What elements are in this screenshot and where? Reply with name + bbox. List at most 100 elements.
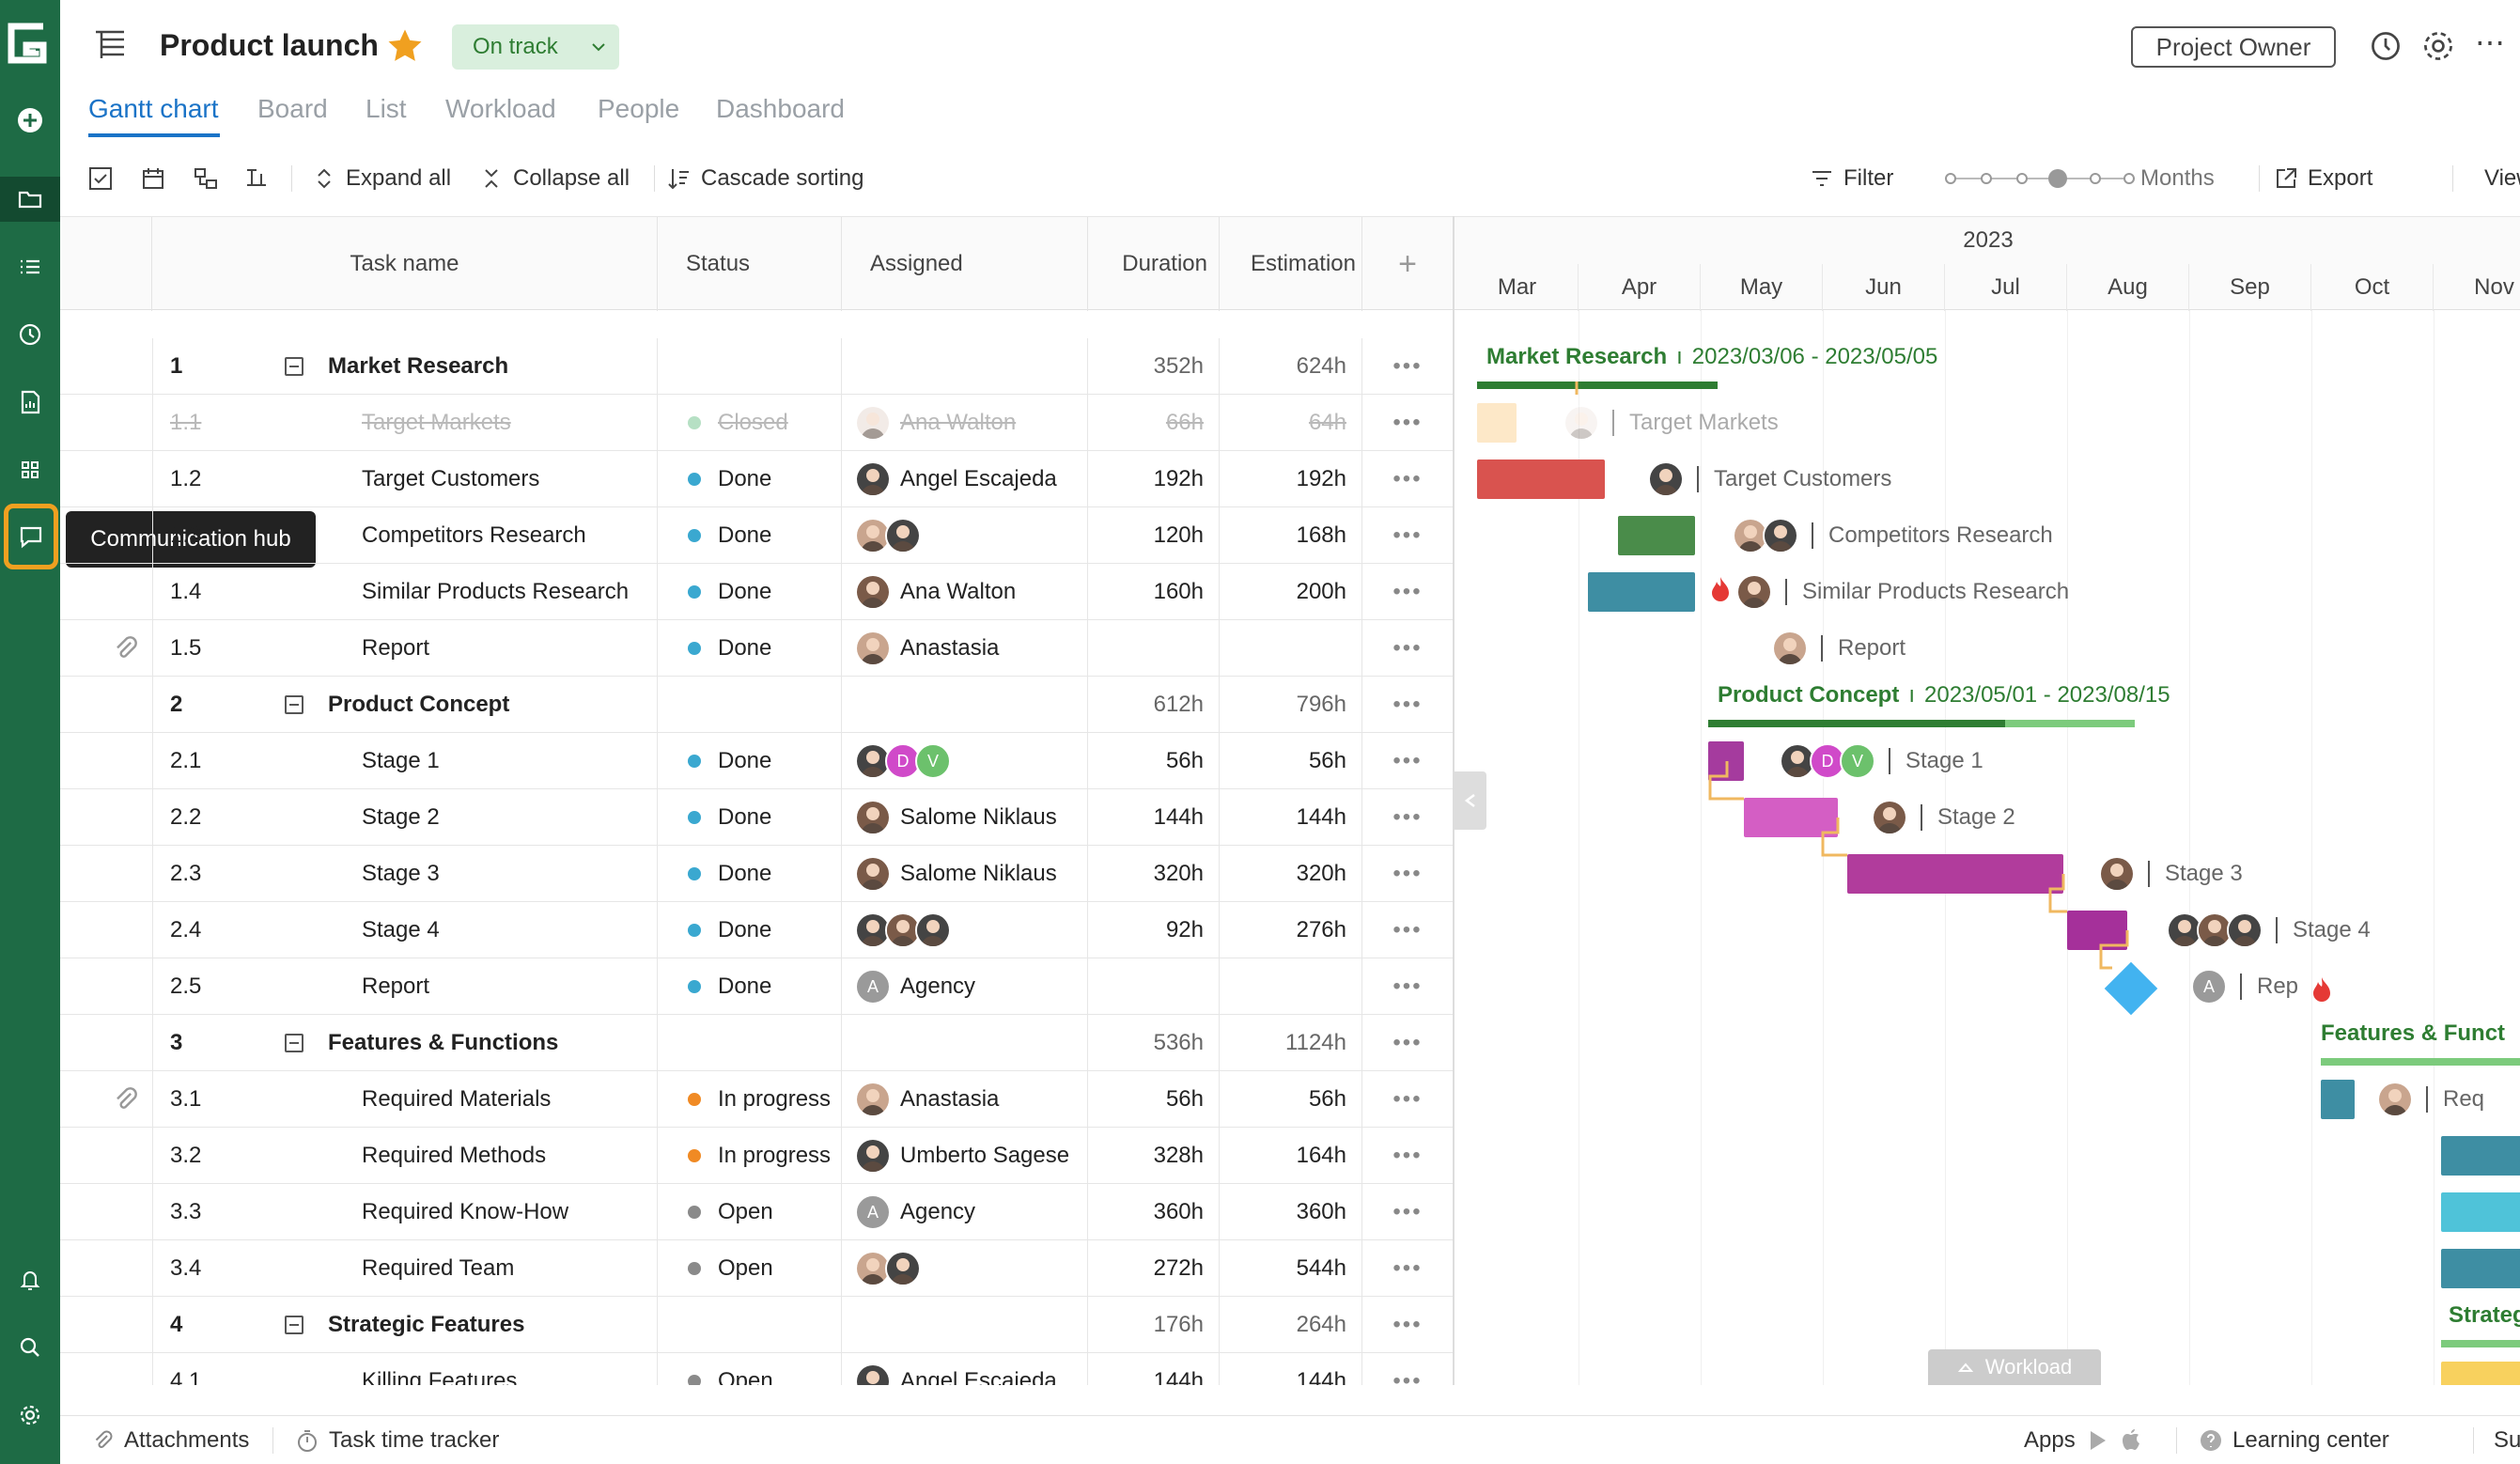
estimation-cell[interactable]: 264h bbox=[1220, 1297, 1362, 1353]
assigned-cell[interactable]: DV bbox=[842, 733, 1088, 789]
duration-cell[interactable]: 56h bbox=[1088, 733, 1220, 789]
history-icon[interactable] bbox=[2368, 28, 2403, 64]
add-icon[interactable] bbox=[8, 98, 53, 143]
duration-cell[interactable]: 192h bbox=[1088, 451, 1220, 507]
status-cell[interactable]: In progress bbox=[658, 1071, 842, 1128]
table-row[interactable]: 3.1 Required Materials In progress Anastasi… bbox=[60, 1071, 1453, 1128]
row-menu-icon[interactable]: ••• bbox=[1362, 1071, 1453, 1128]
calendar-icon[interactable] bbox=[141, 160, 165, 197]
dependencies-icon[interactable] bbox=[194, 160, 218, 197]
row-menu-icon[interactable]: ••• bbox=[1362, 733, 1453, 789]
status-cell[interactable]: Open bbox=[658, 1184, 842, 1240]
duration-cell[interactable] bbox=[1088, 620, 1220, 677]
estimation-cell[interactable] bbox=[1220, 620, 1362, 677]
row-menu-icon[interactable]: ••• bbox=[1362, 620, 1453, 677]
task-name-cell[interactable]: 1.1 Target Markets bbox=[152, 395, 658, 451]
estimation-cell[interactable]: 276h bbox=[1220, 902, 1362, 958]
column-estimation[interactable]: Estimation bbox=[1220, 217, 1362, 311]
task-name-cell[interactable]: 4.1 Killing Features bbox=[152, 1353, 658, 1385]
assigned-cell[interactable]: A Agency bbox=[842, 958, 1088, 1015]
row-menu-icon[interactable]: ••• bbox=[1362, 1128, 1453, 1184]
table-row[interactable]: 3.2 Required Methods In progress Umberto Sa… bbox=[60, 1128, 1453, 1184]
row-menu-icon[interactable]: ••• bbox=[1362, 789, 1453, 846]
estimation-cell[interactable]: 1124h bbox=[1220, 1015, 1362, 1071]
assigned-cell[interactable]: Angel Escajeda bbox=[842, 451, 1088, 507]
estimation-cell[interactable]: 544h bbox=[1220, 1240, 1362, 1297]
target-customers-bar[interactable] bbox=[1477, 459, 1605, 499]
assigned-cell[interactable]: Ana Walton bbox=[842, 395, 1088, 451]
assigned-cell[interactable] bbox=[842, 902, 1088, 958]
duration-cell[interactable]: 328h bbox=[1088, 1128, 1220, 1184]
table-row[interactable]: 2.1 Stage 1 Done D V 56h 56h ••• bbox=[60, 733, 1453, 789]
row-menu-icon[interactable]: ••• bbox=[1362, 451, 1453, 507]
table-row[interactable]: 1.1 Target Markets Closed Ana Walton 66h 64h •… bbox=[60, 395, 1453, 451]
add-column-icon[interactable]: + bbox=[1362, 217, 1453, 311]
table-row[interactable]: 1.5 Report Done Anastasia ••• bbox=[60, 620, 1453, 677]
stage-4-bar[interactable] bbox=[2067, 911, 2127, 950]
status-cell[interactable]: Done bbox=[658, 958, 842, 1015]
assigned-cell[interactable]: Angel Escajeda bbox=[842, 1353, 1088, 1385]
status-cell[interactable]: In progress bbox=[658, 1128, 842, 1184]
attachments-button[interactable]: Attachments bbox=[90, 1416, 249, 1464]
settings-icon[interactable] bbox=[2420, 28, 2456, 64]
list-icon[interactable] bbox=[8, 244, 53, 289]
table-row[interactable]: 2.5 Report Done A Agency ••• bbox=[60, 958, 1453, 1015]
duration-cell[interactable]: 144h bbox=[1088, 789, 1220, 846]
status-cell[interactable]: Done bbox=[658, 564, 842, 620]
select-tasks-icon[interactable] bbox=[88, 160, 113, 197]
table-row[interactable]: 3.4 Required Team Open 272h 544h ••• bbox=[60, 1240, 1453, 1297]
report-2-milestone[interactable] bbox=[2104, 961, 2158, 1016]
status-cell[interactable]: Done bbox=[658, 620, 842, 677]
task-name-cell[interactable]: 2 Product Concept bbox=[152, 677, 658, 733]
settings-gear-icon[interactable] bbox=[8, 1393, 53, 1438]
tab-workload[interactable]: Workload bbox=[445, 94, 556, 124]
collapse-group-icon[interactable] bbox=[285, 1034, 303, 1052]
task-name-cell[interactable]: 2.4 Stage 4 bbox=[152, 902, 658, 958]
task-name-cell[interactable]: 1.5 Report bbox=[152, 620, 658, 677]
duration-cell[interactable] bbox=[1088, 958, 1220, 1015]
required-materials-bar[interactable] bbox=[2321, 1080, 2355, 1119]
collapse-group-icon[interactable] bbox=[285, 695, 303, 714]
status-cell[interactable]: Done bbox=[658, 846, 842, 902]
estimation-cell[interactable]: 144h bbox=[1220, 789, 1362, 846]
tab-people[interactable]: People bbox=[598, 94, 679, 124]
reports-icon[interactable] bbox=[8, 380, 53, 425]
task-name-cell[interactable]: 2.3 Stage 3 bbox=[152, 846, 658, 902]
filter-button[interactable]: Filter bbox=[1810, 160, 1893, 197]
apps-grid-icon[interactable] bbox=[8, 447, 53, 492]
task-name-cell[interactable]: 3.2 Required Methods bbox=[152, 1128, 658, 1184]
assigned-cell[interactable]: Anastasia bbox=[842, 620, 1088, 677]
table-row[interactable]: 2.4 Stage 4 Done 92h 276h ••• bbox=[60, 902, 1453, 958]
table-row[interactable]: 1.4 Similar Products Research Done Ana Walt… bbox=[60, 564, 1453, 620]
table-row[interactable]: 1.2 Target Customers Done Angel Escajeda 192… bbox=[60, 451, 1453, 507]
estimation-cell[interactable]: 168h bbox=[1220, 507, 1362, 564]
assigned-cell[interactable]: A Agency bbox=[842, 1184, 1088, 1240]
row-menu-icon[interactable]: ••• bbox=[1362, 677, 1453, 733]
task-name-cell[interactable]: 4 Strategic Features bbox=[152, 1297, 658, 1353]
table-row[interactable]: 3.3 Required Know-How Open A Agency 360h 360h •… bbox=[60, 1184, 1453, 1240]
attachment-paperclip-icon[interactable] bbox=[110, 633, 140, 663]
column-task-name[interactable]: Task name bbox=[152, 217, 658, 311]
status-cell[interactable] bbox=[658, 1015, 842, 1071]
status-cell[interactable]: Done bbox=[658, 733, 842, 789]
task-name-cell[interactable]: 2.5 Report bbox=[152, 958, 658, 1015]
attachment-paperclip-icon[interactable] bbox=[110, 1084, 140, 1114]
status-cell[interactable]: Done bbox=[658, 789, 842, 846]
assigned-cell[interactable] bbox=[842, 677, 1088, 733]
estimation-cell[interactable]: 56h bbox=[1220, 1071, 1362, 1128]
assigned-cell[interactable]: Anastasia bbox=[842, 1071, 1088, 1128]
collapse-all-button[interactable]: Collapse all bbox=[479, 160, 630, 197]
estimation-cell[interactable]: 360h bbox=[1220, 1184, 1362, 1240]
status-cell[interactable]: Closed bbox=[658, 395, 842, 451]
table-row[interactable]: 2.2 Stage 2 Done Salome Niklaus 144h 144h ••• bbox=[60, 789, 1453, 846]
competitors-research-bar[interactable] bbox=[1618, 516, 1695, 555]
task-name-cell[interactable]: 3.3 Required Know-How bbox=[152, 1184, 658, 1240]
duration-cell[interactable]: 56h bbox=[1088, 1071, 1220, 1128]
task-group-row[interactable]: 4 Strategic Features 176h 264h ••• bbox=[60, 1297, 1453, 1353]
duration-cell[interactable]: 144h bbox=[1088, 1353, 1220, 1385]
communication-hub-icon[interactable] bbox=[4, 504, 58, 569]
estimation-cell[interactable]: 164h bbox=[1220, 1128, 1362, 1184]
task-name-cell[interactable]: 1.4 Similar Products Research bbox=[152, 564, 658, 620]
estimation-cell[interactable]: 624h bbox=[1220, 338, 1362, 395]
project-tree-icon[interactable] bbox=[92, 26, 130, 64]
